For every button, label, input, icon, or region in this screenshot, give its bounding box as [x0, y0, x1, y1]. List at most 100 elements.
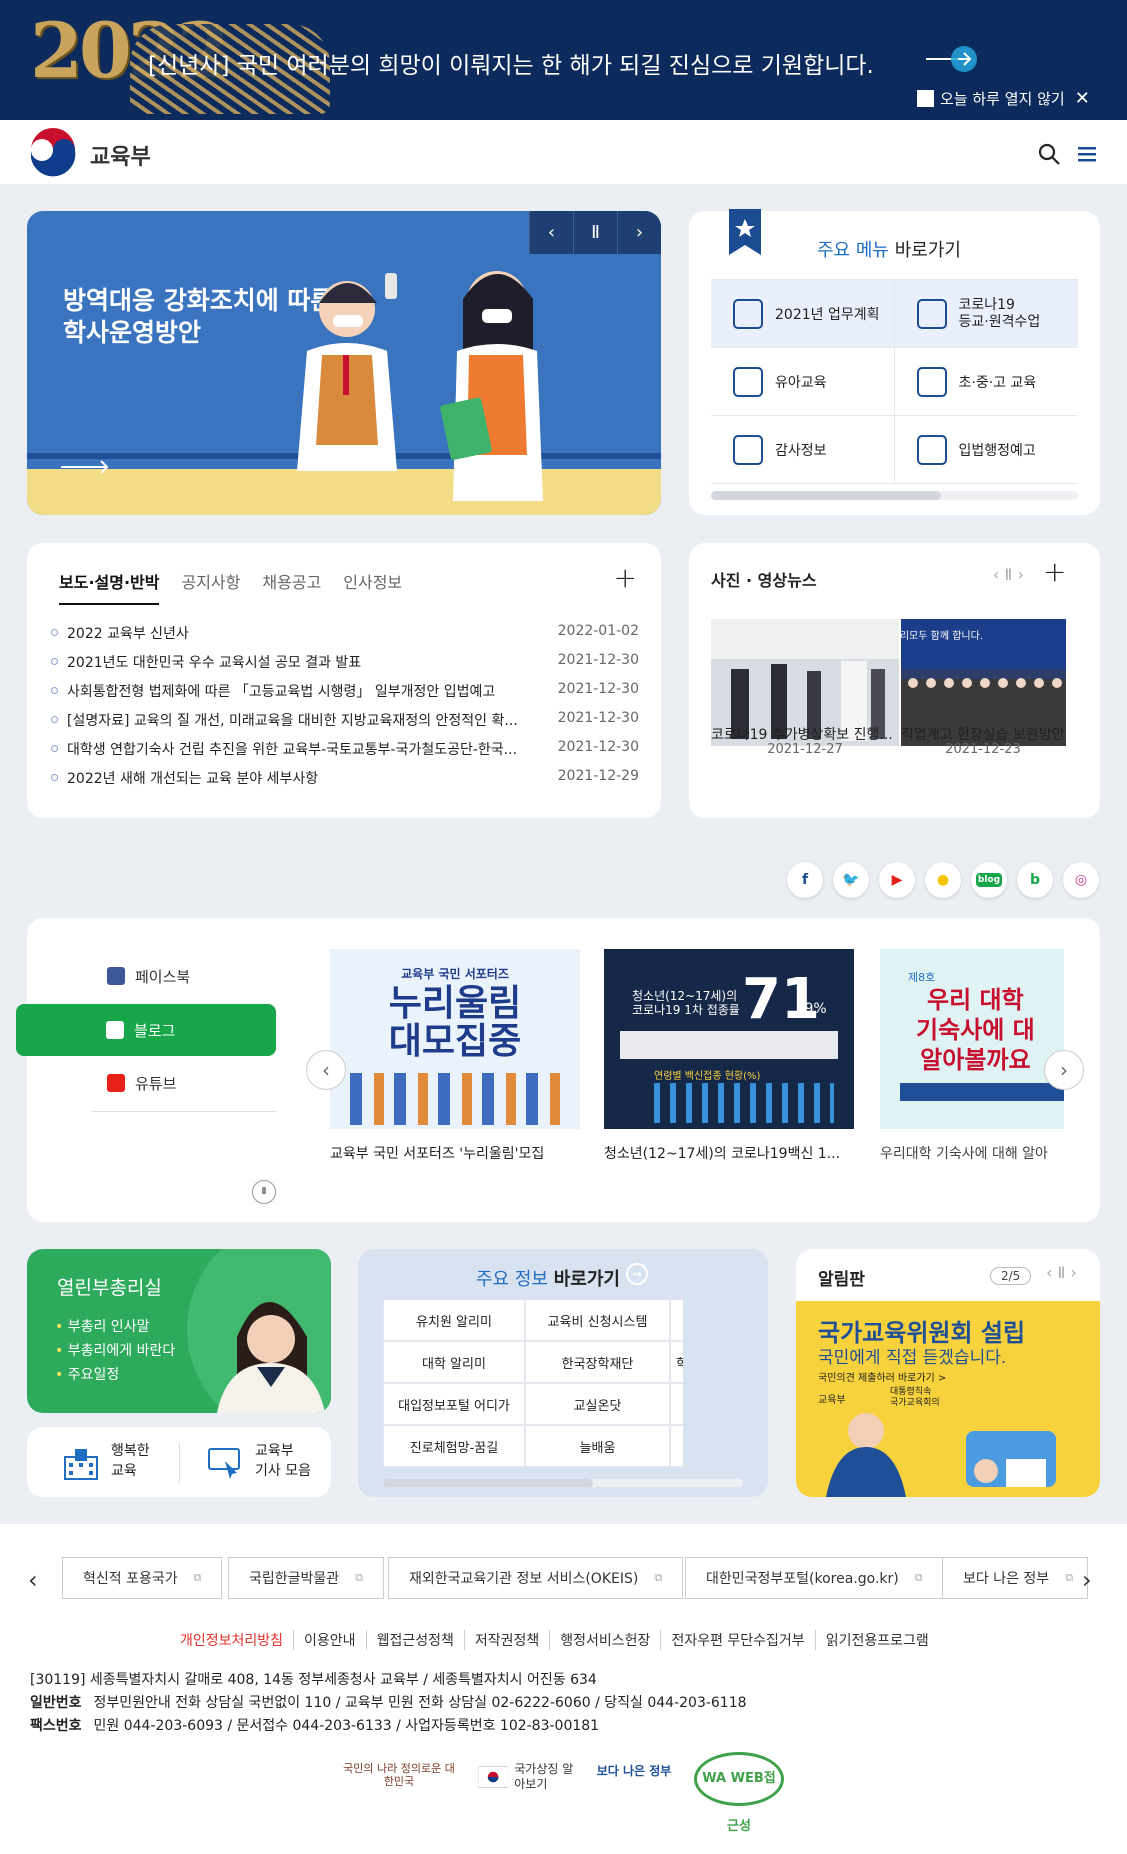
tab-personnel[interactable]: 인사정보: [343, 569, 402, 605]
monitor-cursor-icon[interactable]: [207, 1445, 243, 1481]
shortcut-article-collection[interactable]: 교육부 기사 모음: [255, 1441, 311, 1481]
quick-item[interactable]: 코로나19 등교·원격수업: [894, 280, 1078, 348]
search-icon[interactable]: [1038, 143, 1060, 165]
more-plus-icon[interactable]: +: [1043, 555, 1066, 588]
checkbox[interactable]: [917, 90, 934, 107]
tab-notice[interactable]: 공지사항: [181, 569, 240, 605]
info-link[interactable]: 늘배움: [525, 1425, 670, 1467]
sns-card-caption[interactable]: 청소년(12~17세)의 코로나19백신 1...: [604, 1143, 850, 1163]
carousel-prev-icon[interactable]: ‹: [306, 1050, 346, 1090]
sns-card-caption[interactable]: 교육부 국민 서포터즈 '누리울림'모집: [330, 1143, 576, 1163]
quick-item[interactable]: 입법행정예고: [894, 416, 1078, 484]
badge-wa-mark[interactable]: WA WEB접근성: [694, 1752, 784, 1834]
info-link[interactable]: 유치원 알리미: [383, 1299, 525, 1341]
open-room-link[interactable]: 주요일정: [55, 1363, 175, 1387]
sns-card-caption[interactable]: 우리대학 기숙사에 대해 알아: [880, 1143, 1064, 1163]
chevron-left-icon[interactable]: ‹: [28, 1566, 38, 1594]
info-link[interactable]: 교실온닷: [525, 1383, 670, 1425]
close-icon[interactable]: ✕: [1075, 88, 1090, 109]
hero-slider[interactable]: 방역대응 강화조치에 따른 학사운영방안 ‹ Ⅱ ›: [27, 211, 661, 515]
no-show-today[interactable]: 오늘 하루 열지 않기 ✕: [917, 88, 1090, 109]
list-item[interactable]: [설명자료] 교육의 질 개선, 미래교육을 대비한 지방교육재정의 안정적인 …: [51, 710, 639, 739]
tab-facebook[interactable]: 페이스북: [107, 950, 303, 1002]
next-icon[interactable]: ›: [617, 211, 661, 254]
footer-link[interactable]: 개인정보처리방침: [180, 1630, 293, 1650]
banner-message[interactable]: [신년사] 국민 여러분의 희망이 이뤄지는 한 해가 되길 진심으로 기원합니…: [148, 46, 874, 80]
open-room-link[interactable]: 부총리에게 바란다: [55, 1339, 176, 1363]
open-room-card[interactable]: 열린부총리실 부총리 인사말 부총리에게 바란다 주요일정: [27, 1249, 331, 1413]
info-link[interactable]: 학점은행: [670, 1341, 683, 1383]
sns-card-image[interactable]: 제8호 우리 대학 기숙사에 대 알아볼까요: [880, 949, 1064, 1129]
building-icon[interactable]: [63, 1447, 99, 1481]
footer-link[interactable]: 이용안내: [293, 1630, 366, 1650]
pause-icon[interactable]: Ⅱ: [573, 211, 617, 254]
quick-menu-title: 주요 메뉴 바로가기: [817, 240, 961, 261]
youtube-icon[interactable]: ▶: [879, 862, 915, 898]
tab-blog[interactable]: 블로그: [16, 1004, 276, 1056]
blog-icon[interactable]: blog: [971, 862, 1007, 898]
info-link[interactable]: 교육비 신청시스템: [525, 1299, 670, 1341]
list-item[interactable]: 2021년도 대한민국 우수 교육시설 공모 결과 발표 2021-12-30: [51, 652, 639, 681]
related-site-link[interactable]: 대한민국정부포털(korea.go.kr): [685, 1557, 944, 1599]
prev-icon[interactable]: ‹: [529, 211, 573, 254]
scrollbar[interactable]: [711, 491, 1078, 500]
twitter-icon[interactable]: 🐦: [833, 862, 869, 898]
info-link[interactable]: 학교: [670, 1299, 683, 1341]
taegeuk-logo-icon[interactable]: [28, 128, 78, 178]
info-link[interactable]: 노란: [670, 1383, 683, 1425]
related-site-link[interactable]: 재외한국교육기관 정보 서비스(OKEIS): [388, 1557, 684, 1599]
tab-recruit[interactable]: 채용공고: [262, 569, 321, 605]
kakao-icon[interactable]: ●: [925, 862, 961, 898]
quick-item[interactable]: 2021년 업무계획: [711, 280, 895, 348]
more-plus-icon[interactable]: +: [614, 561, 637, 594]
logo-text[interactable]: 교육부: [90, 139, 151, 171]
facebook-icon[interactable]: f: [787, 862, 823, 898]
sns-card-image[interactable]: 교육부 국민 서포터즈 누리울림 대모집중: [330, 949, 580, 1129]
arrow-right-circle-icon[interactable]: →: [626, 1263, 648, 1285]
list-item[interactable]: 대학생 연합기숙사 건립 추진을 위한 교육부-국토교통부-국가철도공단-한국.…: [51, 739, 639, 768]
tab-press[interactable]: 보도·설명·반박: [59, 569, 160, 605]
new-year-banner[interactable]: 2022 [신년사] 국민 여러분의 희망이 이뤄지는 한 해가 되길 진심으로…: [0, 0, 1127, 120]
info-link[interactable]: 대학 알리미: [383, 1341, 525, 1383]
instagram-icon[interactable]: ◎: [1063, 862, 1099, 898]
list-item[interactable]: 2022년 새해 개선되는 교육 분야 세부사항 2021-12-29: [51, 768, 639, 797]
open-room-link[interactable]: 부총리 인사말: [55, 1315, 175, 1339]
footer-link[interactable]: 읽기전용프로그램: [814, 1630, 939, 1650]
list-item[interactable]: 2022 교육부 신년사 2022-01-02: [51, 623, 639, 652]
band-icon[interactable]: b: [1017, 862, 1053, 898]
badge-national[interactable]: 국민의 나라 정의로운 대한민국: [342, 1762, 456, 1788]
photo-caption[interactable]: 코로나19 추가병상확보 진행...: [711, 724, 901, 744]
arrow-right-icon[interactable]: [926, 44, 978, 74]
related-site-link[interactable]: 혁신적 포용국가: [62, 1557, 223, 1599]
info-link[interactable]: 한국장학재단: [525, 1341, 670, 1383]
quick-item[interactable]: 감사정보: [711, 416, 895, 484]
photo-slider-controls[interactable]: ‹ Ⅱ ›: [993, 565, 1024, 584]
footer-link[interactable]: 전자우편 무단수집거부: [660, 1630, 814, 1650]
related-site-link[interactable]: 보다 나은 정부: [942, 1557, 1088, 1599]
badge-better-gov[interactable]: 보다 나은 정부: [596, 1762, 672, 1779]
info-link[interactable]: 대입정보포털 어디가: [383, 1383, 525, 1425]
board-banner[interactable]: 국가교육위원회 설립 국민에게 직접 듣겠습니다. 국민의견 제출하러 바로가기…: [796, 1301, 1100, 1497]
footer-link[interactable]: 저작권정책: [463, 1630, 549, 1650]
footer-link[interactable]: 웹접근성정책: [365, 1630, 464, 1650]
open-room-title[interactable]: 열린부총리실: [57, 1273, 162, 1300]
pause-icon[interactable]: Ⅱ: [252, 1180, 276, 1204]
menu-icon[interactable]: [1078, 145, 1096, 163]
related-site-link[interactable]: 국립한글박물관: [228, 1557, 385, 1599]
chevron-right-icon[interactable]: ›: [1082, 1566, 1092, 1594]
list-item[interactable]: 사회통합전형 법제화에 따른 「고등교육법 시행령」 일부개정안 입법예고 202…: [51, 681, 639, 710]
tab-youtube[interactable]: 유튜브: [107, 1057, 303, 1109]
board-controls[interactable]: ‹ Ⅱ ›: [1046, 1263, 1077, 1282]
sns-card-image[interactable]: 청소년(12~17세)의 코로나19 1차 접종률 71 .9% 연령별 백신접…: [604, 949, 854, 1129]
quick-item[interactable]: 유아교육: [711, 348, 895, 416]
info-link[interactable]: 진로체험망-꿈길: [383, 1425, 525, 1467]
shortcut-happy-education[interactable]: 행복한 교육: [111, 1441, 150, 1481]
quick-item[interactable]: 초·중·고 교육: [894, 348, 1078, 416]
photo-caption[interactable]: 직업계고 현장실습 보완방안: [901, 724, 1071, 744]
footer-link[interactable]: 행정서비스헌장: [549, 1630, 660, 1650]
scrollbar[interactable]: [383, 1479, 743, 1487]
carousel-next-icon[interactable]: ›: [1044, 1050, 1084, 1090]
badge-national-symbol[interactable]: 국가상징 알아보기: [478, 1762, 584, 1792]
arrow-right-icon[interactable]: [61, 459, 111, 475]
info-link[interactable]: e학: [670, 1425, 683, 1467]
